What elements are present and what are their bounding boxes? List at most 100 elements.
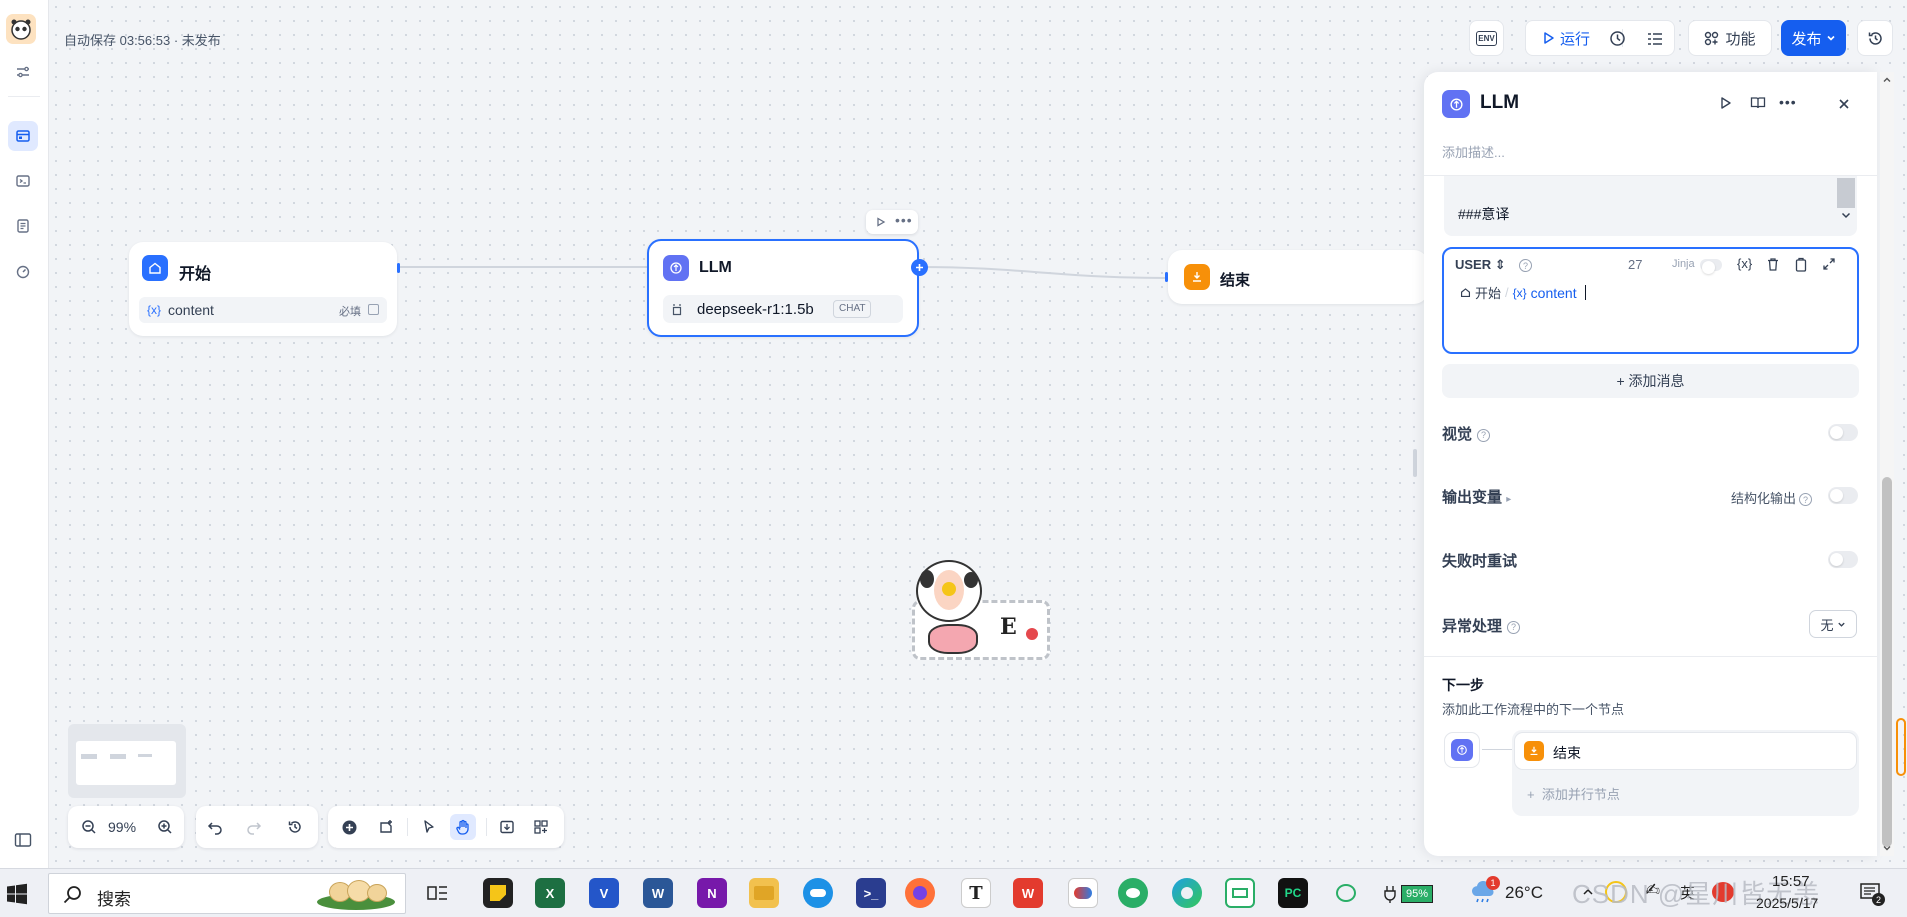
error-handling-row: 异常处理? <box>1442 615 1521 636</box>
add-node-button[interactable] <box>336 814 362 840</box>
side-widget-handle[interactable] <box>1896 718 1906 776</box>
error-handling-select[interactable]: 无 <box>1809 610 1857 638</box>
book-icon[interactable] <box>1750 96 1766 110</box>
llm-model-row[interactable]: deepseek-r1:1.5b CHAT <box>663 295 903 323</box>
jinja-toggle[interactable] <box>1700 259 1722 274</box>
taskbar-search-box[interactable]: 搜索 <box>48 873 406 914</box>
run-step-icon[interactable] <box>1719 96 1733 110</box>
llm-node[interactable]: LLM deepseek-r1:1.5b CHAT <box>647 239 919 337</box>
taskbar-app-explorer[interactable] <box>749 878 779 908</box>
panel-resize-handle[interactable] <box>1413 449 1417 477</box>
tools-divider <box>407 818 408 836</box>
more-icon[interactable]: ••• <box>895 212 913 228</box>
cloud-disk-icon <box>1074 887 1092 899</box>
taskbar-app-wps[interactable]: W <box>1013 878 1043 908</box>
redo-button[interactable] <box>241 814 267 840</box>
description-input[interactable]: 添加描述... <box>1442 142 1505 161</box>
taskbar-app-baidunetdisk[interactable] <box>1068 878 1098 908</box>
taskbar-app-powershell[interactable]: >_ <box>856 878 886 908</box>
taskbar-app-remote[interactable] <box>1225 878 1255 908</box>
scroll-up-arrow[interactable] <box>1882 72 1892 82</box>
structured-output-toggle[interactable] <box>1828 487 1858 504</box>
clock-date[interactable]: 2025/5/17 <box>1756 895 1818 911</box>
version-history-button[interactable] <box>1857 20 1893 56</box>
page-scrollbar-thumb[interactable] <box>1882 477 1892 847</box>
insert-variable-icon[interactable]: {x} <box>1737 256 1752 271</box>
start-button[interactable] <box>6 883 28 905</box>
zoom-level[interactable]: 99% <box>108 819 136 835</box>
user-message-editor[interactable]: USER ⇕ ? 27 Jinja {x} 开始 / {x} content <box>1442 247 1859 354</box>
llm-add-next-handle[interactable] <box>911 259 928 276</box>
history-controls <box>196 806 318 848</box>
zoom-in-button[interactable] <box>152 814 178 840</box>
features-label: 功能 <box>1725 30 1756 48</box>
taskbar-app-docker[interactable] <box>803 878 833 908</box>
page-scrollbar-track[interactable] <box>1880 72 1894 856</box>
taskbar-app-frog[interactable] <box>1331 878 1361 908</box>
battery-indicator[interactable]: 95% <box>1383 883 1451 905</box>
taskbar-app-typora[interactable]: T <box>961 878 991 908</box>
copy-icon[interactable] <box>1794 257 1808 272</box>
chip-separator: / <box>1505 285 1509 300</box>
minimap[interactable] <box>68 724 186 798</box>
organize-nodes-button[interactable] <box>528 814 554 840</box>
system-prompt-box[interactable]: ###意译 <box>1444 176 1857 236</box>
more-icon[interactable]: ••• <box>1779 94 1797 110</box>
run-node-icon[interactable] <box>876 217 886 227</box>
hand-mode-button[interactable] <box>450 814 476 840</box>
features-button[interactable]: 功能 <box>1688 20 1772 56</box>
weather-alert-badge: 1 <box>1486 876 1500 890</box>
notification-center-button[interactable]: 2 <box>1860 883 1885 906</box>
taskbar-app-word[interactable]: W <box>643 878 673 908</box>
prompt-variable-chip[interactable]: 开始 / {x} content <box>1460 283 1586 302</box>
taskbar-app-excel[interactable]: X <box>535 878 565 908</box>
trash-icon[interactable] <box>1766 257 1780 272</box>
scroll-down-arrow[interactable] <box>1882 840 1892 851</box>
start-node-title: 开始 <box>179 266 212 283</box>
run-button[interactable]: 运行 <box>1542 28 1590 49</box>
weather-widget[interactable]: 1 <box>1470 876 1500 907</box>
expand-icon[interactable] <box>1822 257 1836 271</box>
task-view-button[interactable] <box>423 878 453 908</box>
next-node-end[interactable]: 结束 <box>1514 732 1857 770</box>
taskbar-app-stickynotes[interactable] <box>483 878 513 908</box>
checklist-icon[interactable] <box>1647 31 1663 46</box>
undo-button[interactable] <box>202 814 228 840</box>
chevron-down-icon[interactable] <box>1840 209 1852 221</box>
redo-icon <box>247 822 262 835</box>
publish-button[interactable]: 发布 <box>1781 20 1846 56</box>
close-icon[interactable] <box>1838 98 1850 110</box>
vision-toggle[interactable] <box>1828 424 1858 441</box>
taskbar-app-onenote[interactable]: N <box>697 878 727 908</box>
start-output-handle[interactable] <box>397 263 400 273</box>
end-node[interactable]: 结束 <box>1165 250 1428 304</box>
next-step-title: 下一步 <box>1442 677 1484 693</box>
taskbar-app-pycharm[interactable]: PC <box>1278 878 1308 908</box>
output-variables-row[interactable]: 输出变量 ▸ <box>1442 486 1511 507</box>
panel-title[interactable]: LLM <box>1480 92 1519 114</box>
pointer-mode-button[interactable] <box>416 814 442 840</box>
add-parallel-node-button[interactable]: + 添加并行节点 <box>1527 784 1620 803</box>
start-node[interactable]: 开始 {x} content 必填 <box>129 242 400 336</box>
ollama-icon <box>672 304 682 316</box>
clock-time[interactable]: 15:57 <box>1772 873 1810 890</box>
retry-toggle[interactable] <box>1828 551 1858 568</box>
edge-llm-end <box>918 266 1169 279</box>
add-note-button[interactable] <box>373 814 399 840</box>
taskbar-app-edge[interactable] <box>1172 878 1202 908</box>
taskbar-app-wechat[interactable] <box>1118 878 1148 908</box>
run-history-icon[interactable] <box>1609 30 1626 47</box>
chevron-down-icon <box>1826 35 1835 41</box>
role-selector[interactable]: USER ⇕ <box>1455 257 1506 273</box>
current-node-chip <box>1444 732 1480 768</box>
system-prompt-scrollbar[interactable] <box>1837 178 1855 208</box>
end-input-handle[interactable] <box>1165 272 1168 282</box>
env-button[interactable]: ENV <box>1469 20 1504 56</box>
taskbar-app-visio[interactable]: V <box>589 878 619 908</box>
change-history-button[interactable] <box>282 814 308 840</box>
add-message-button[interactable]: + 添加消息 <box>1442 364 1859 398</box>
taskbar-app-firefox[interactable] <box>905 878 935 908</box>
zoom-out-button[interactable] <box>76 814 102 840</box>
image-export-icon <box>500 820 514 834</box>
export-image-button[interactable] <box>494 814 520 840</box>
